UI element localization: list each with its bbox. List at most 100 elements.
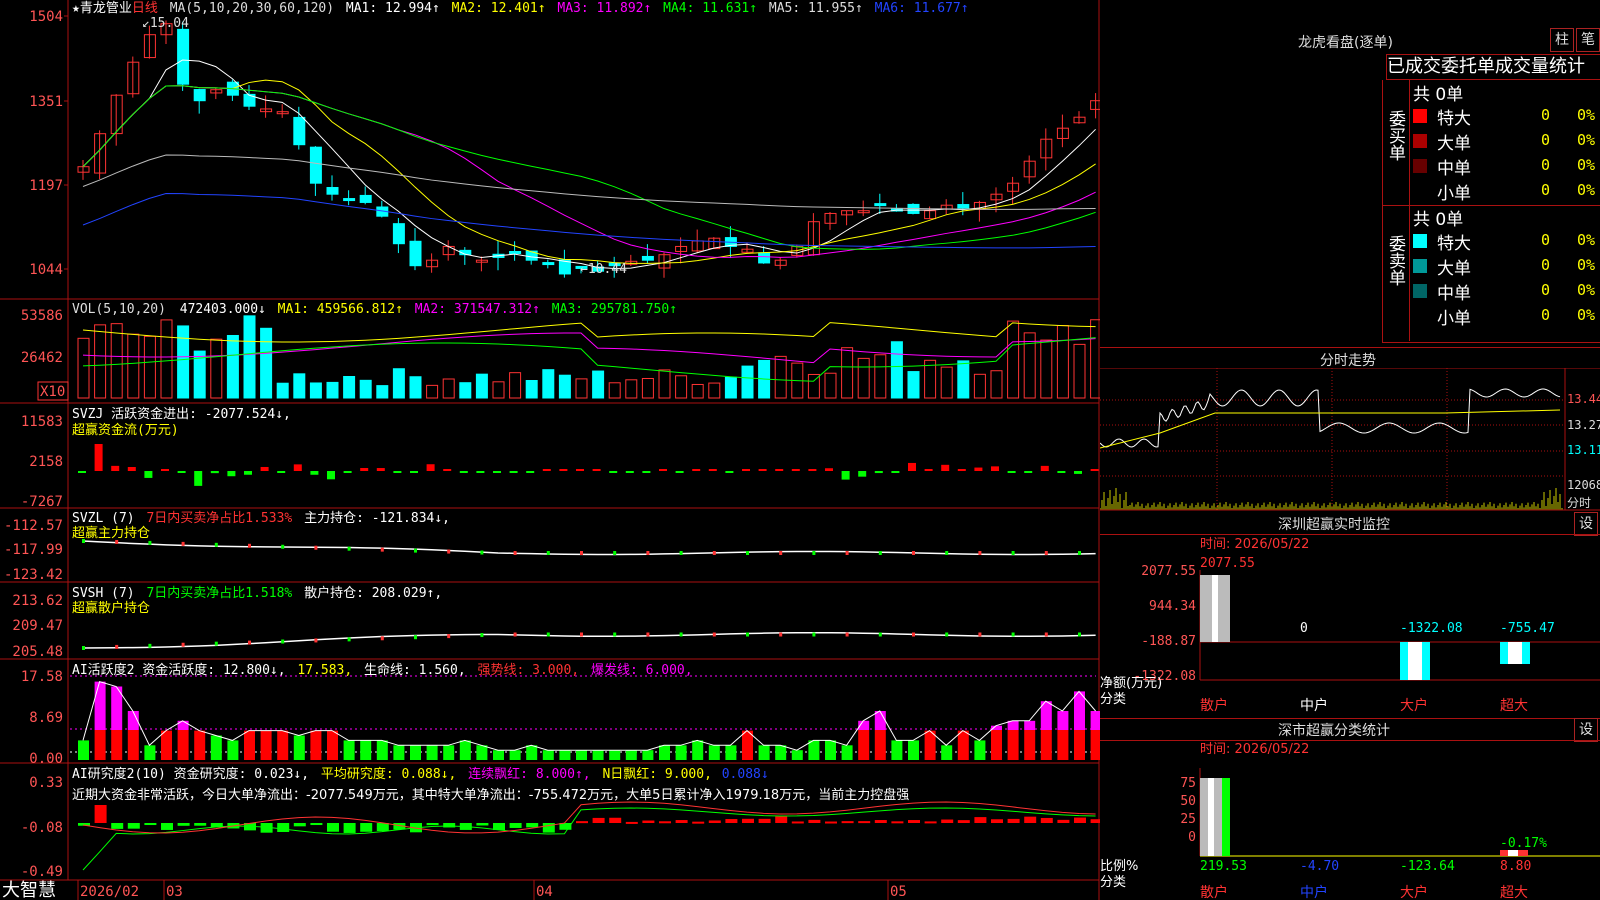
volume-bar [1007,320,1020,399]
sz-value: -1322.08 [1400,621,1463,636]
holding-tick [945,632,949,637]
activity-bar [360,740,372,760]
flow-bar [327,471,335,480]
activity-bar-top [874,711,886,730]
flow-bar [1024,471,1033,473]
candle-body [359,194,372,203]
activity-bar [476,745,488,760]
research-bar [758,818,771,823]
research-bar [692,821,705,824]
volume-bar [675,375,688,399]
volume-bar [525,380,538,399]
research-bar [376,823,389,832]
activity-bar [825,740,836,760]
activity-bar [393,745,405,760]
flow-bar [825,468,833,471]
research-bar [94,805,107,823]
research-bar [293,823,306,827]
svg-text:-0.08: -0.08 [21,820,63,836]
sz-value: 2077.55 [1200,556,1255,571]
sz-settings-button[interactable]: 设 [1574,512,1598,536]
activity-bar [874,730,886,760]
research-bar [675,820,688,823]
cls-settings-button[interactable]: 设 [1574,718,1598,742]
candle-body [874,203,887,207]
activity-bar [111,730,123,760]
volume-bar [708,382,721,399]
volume-bar [243,315,256,399]
volume-bar [575,378,588,399]
holding-tick [314,638,318,643]
holding-tick [281,639,285,644]
activity-bar [177,730,189,760]
flow-bar [111,465,120,471]
research-bar [343,823,356,833]
activity-bar [725,745,737,760]
flow-bar [592,469,601,471]
activity-bar [161,730,172,760]
candlestick-series[interactable] [77,20,1100,278]
activity-bar-top [94,681,106,730]
candle-body [509,251,522,255]
order-count: 0 [1541,256,1551,274]
period-label[interactable]: 日线 [132,1,158,16]
ai-summary-text: 近期大资金非常活跃，今日大单净流出：-2077.549万元，其中特大单净流出：-… [72,787,909,803]
holding-tick [82,646,85,650]
intraday-tick: 12068 [1567,478,1600,492]
flow-bar [161,469,169,471]
order-row: 大单 0 0% [1413,254,1600,279]
cat-super: 超大 [1500,698,1528,714]
volume-bar [376,385,389,399]
bar-mode-button[interactable]: 柱 [1550,28,1574,52]
flow-bar [194,471,203,486]
activity-bar [493,750,504,760]
volume-bar [890,341,903,399]
volume-bar [907,371,920,399]
volume-bar [940,366,953,399]
volume-bar [359,379,372,399]
activity-bar [1057,730,1069,760]
volume-bar [973,373,986,399]
intraday-chart[interactable]: 13.44 13.27 13.11 12068 分时 [1100,368,1600,518]
color-swatch [1413,259,1427,273]
activity-bar [858,730,870,760]
main-holding-line [82,539,1096,556]
sz-tick: 2077.55 [1141,564,1196,579]
flow-bar [808,469,817,471]
cls-cat-super: 超大 [1500,885,1528,900]
research-bar [161,823,173,830]
svg-text:04: 04 [536,884,553,900]
candle-body [409,240,422,267]
flow-bar [542,469,551,471]
stock-name[interactable]: 青龙管业 [80,1,132,16]
research-bar [642,820,655,823]
activity-bar [891,740,903,760]
order-stats-tabs[interactable]: 已成交委托单成交量统计 [1386,54,1600,80]
cls-value: -4.70 [1300,859,1339,874]
order-count: 0 [1541,156,1551,174]
volume-bar [592,370,605,399]
candle-body [542,262,555,266]
holding-tick [115,644,119,649]
research-bar [891,821,904,824]
order-pct: 0% [1577,281,1596,299]
activity-bar [410,745,421,760]
volume-bar [442,378,455,399]
holding-tick [447,634,451,639]
sz-tick: 944.34 [1149,599,1196,614]
intraday-tick: 13.44 [1567,392,1600,406]
sz-ylabel: 净额(万元) [1100,676,1162,691]
svsh-subtitle: 超赢散户持仓 [72,600,150,616]
research-bar [476,823,489,826]
sz-monitor-title: 深圳超赢实时监控 [1278,517,1390,533]
research-bar [443,823,456,828]
holding-tick [82,539,85,543]
holding-tick [480,633,484,638]
activity-bar [94,730,106,760]
order-row: 大单 0 0% [1413,129,1600,154]
volume-bar [658,369,671,399]
main-chart-area[interactable]: 1504 1351 1197 1044 ★青龙管业日线 MA(5,10,20,3… [0,0,1100,900]
pen-mode-button[interactable]: 笔 [1576,28,1600,52]
cls-value: -123.64 [1400,859,1455,874]
app-window: 1504 1351 1197 1044 ★青龙管业日线 MA(5,10,20,3… [0,0,1600,900]
